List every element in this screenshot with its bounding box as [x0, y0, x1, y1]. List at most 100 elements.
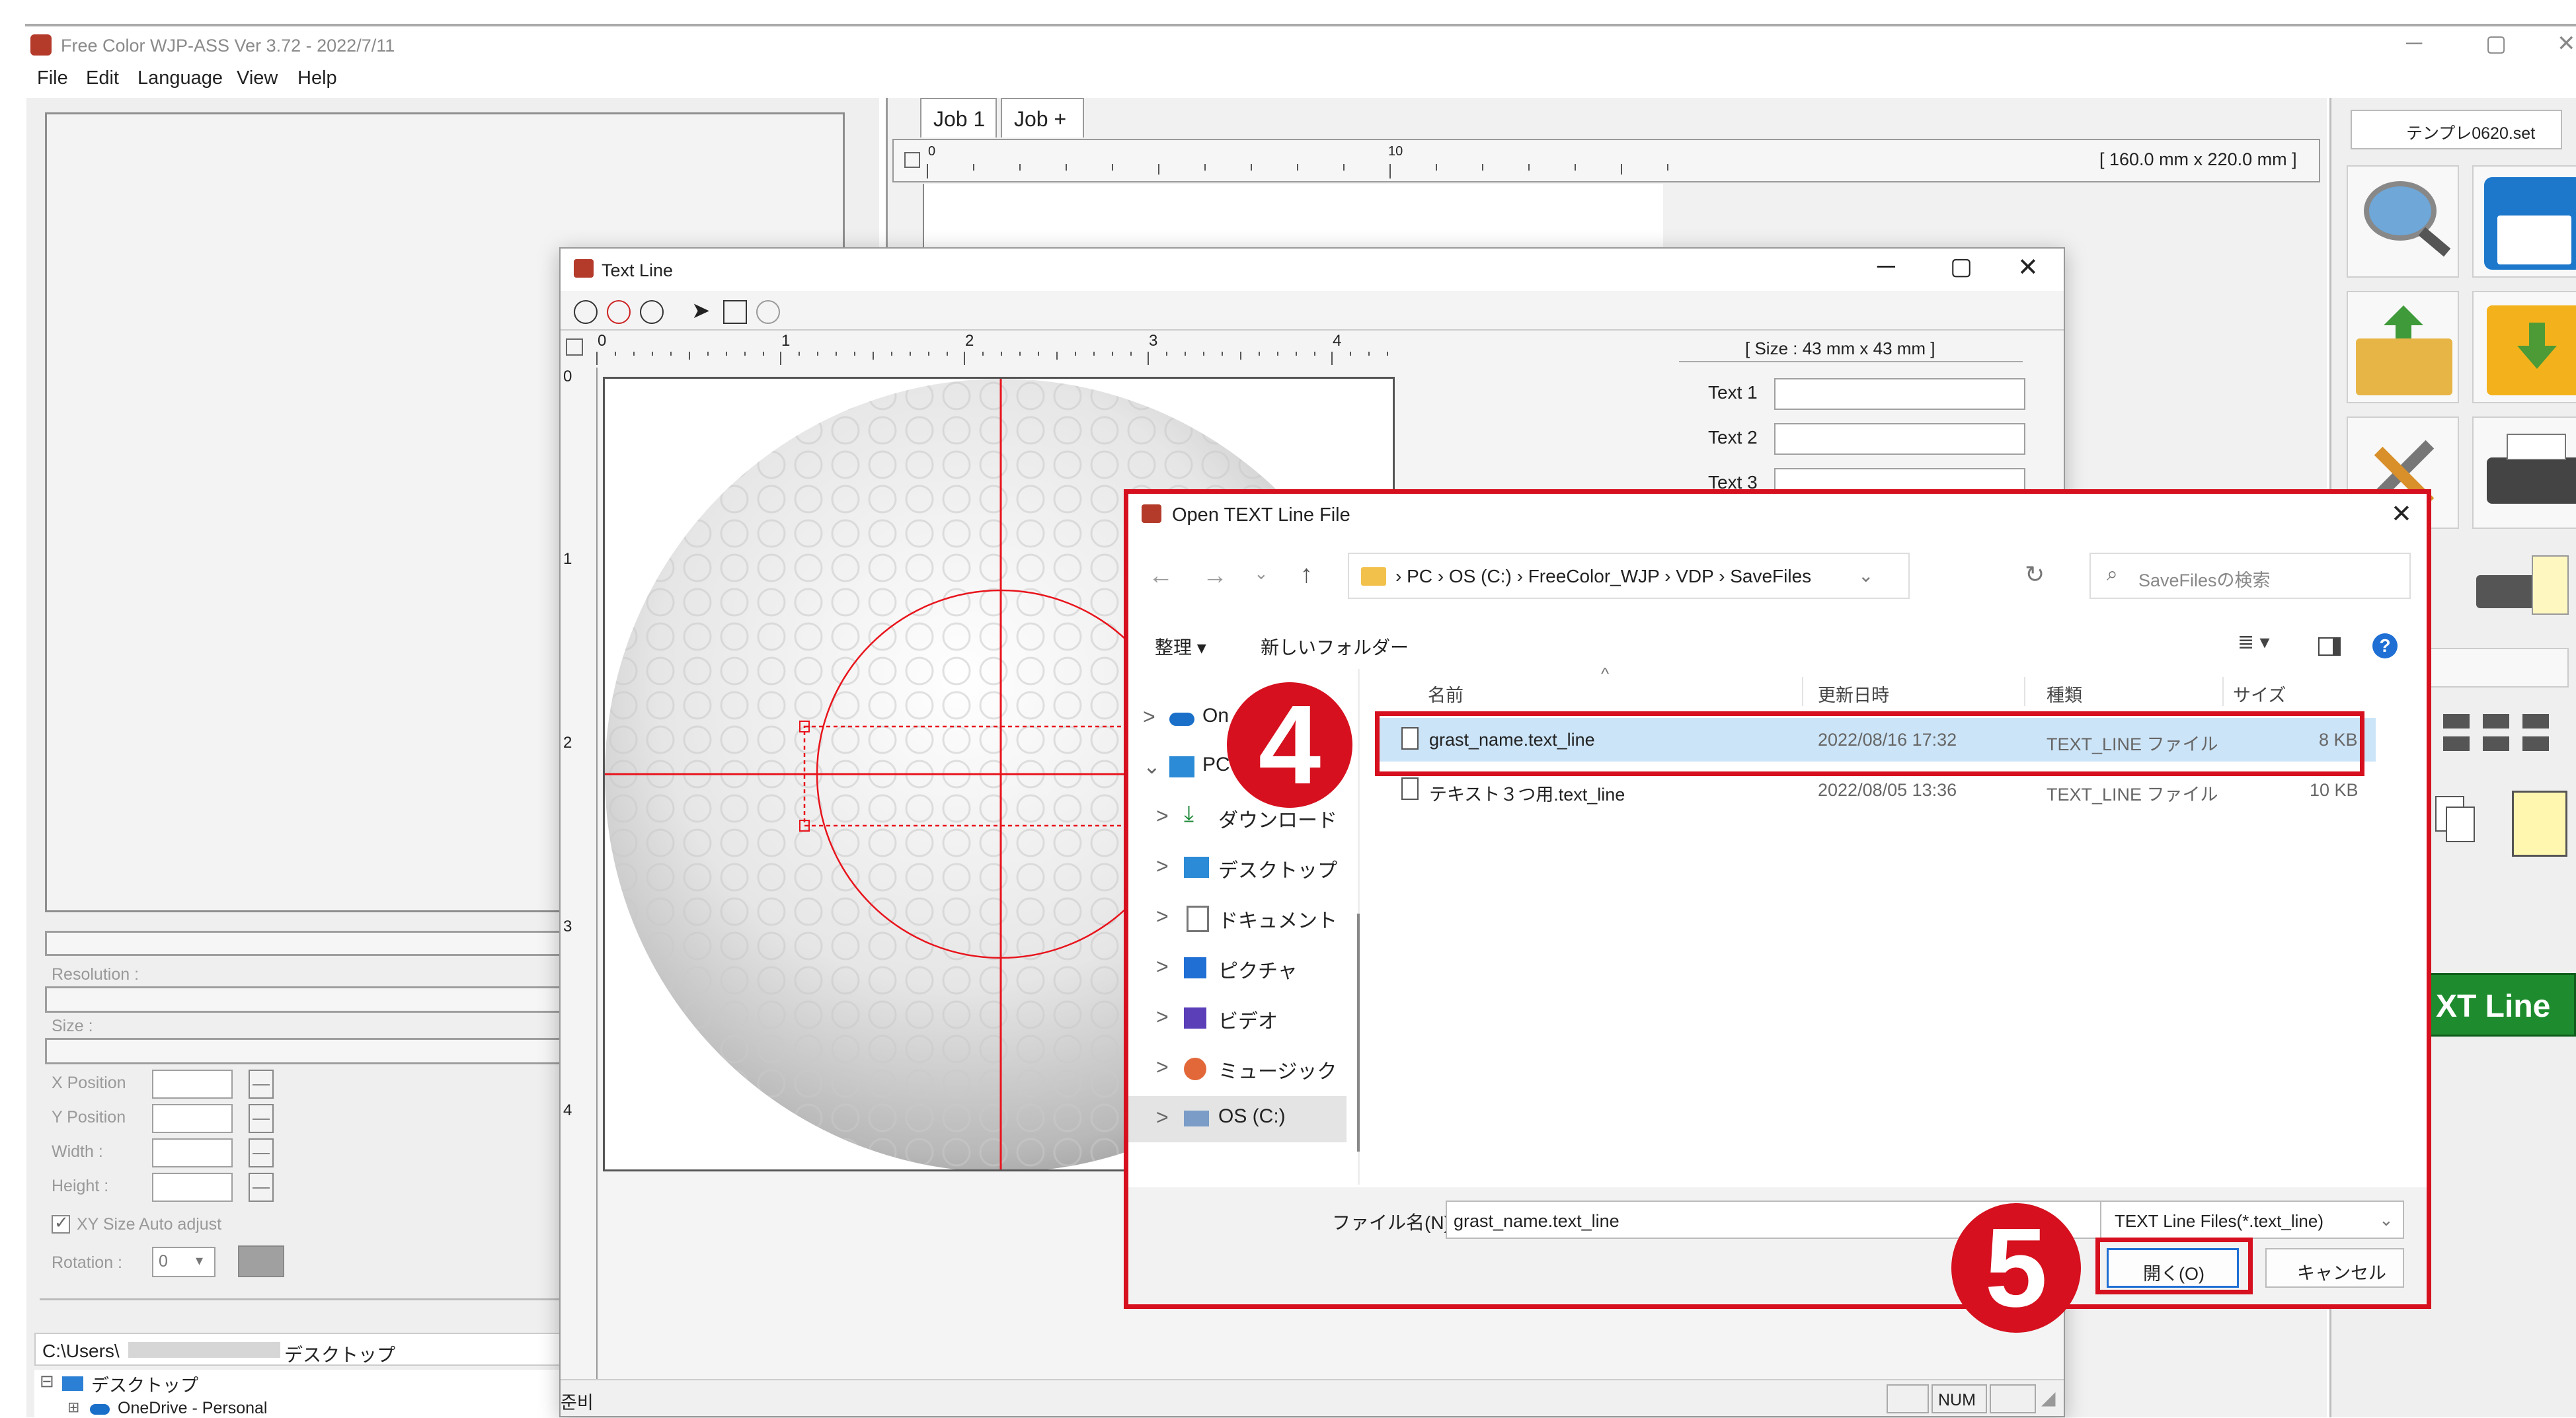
- circle-tool-icon[interactable]: [756, 300, 780, 324]
- menu-file[interactable]: File: [37, 67, 68, 89]
- open-folder-icon[interactable]: [2347, 291, 2459, 403]
- nav-music[interactable]: > ミュージック: [1128, 1046, 1347, 1092]
- dialog-titlebar: Open TEXT Line File ✕: [1128, 494, 2427, 536]
- resize-grip-icon[interactable]: ◢: [2041, 1387, 2056, 1409]
- import-folder-icon[interactable]: [2472, 291, 2576, 403]
- text-line-statusbar: 준비 NUM ◢: [561, 1379, 2064, 1416]
- column-name[interactable]: 名前: [1428, 681, 1464, 707]
- save-icon[interactable]: [2472, 165, 2576, 278]
- status-num: NUM: [1932, 1384, 1987, 1413]
- printer-settings-icon[interactable]: [2472, 549, 2571, 621]
- refresh-icon[interactable]: ↻: [2025, 561, 2045, 588]
- text-line-close[interactable]: ✕: [2017, 253, 2039, 282]
- nav-desktop[interactable]: > デスクトップ: [1128, 845, 1347, 891]
- column-size[interactable]: サイズ: [2233, 681, 2286, 707]
- nav-os-drive[interactable]: > OS (C:): [1128, 1096, 1347, 1142]
- height-input[interactable]: [152, 1173, 233, 1202]
- tree-root[interactable]: デスクトップ: [91, 1371, 198, 1397]
- text-line-toolbar: ➤: [561, 292, 2064, 331]
- desktop-icon: [1184, 857, 1209, 878]
- nav-videos[interactable]: > ビデオ: [1128, 996, 1347, 1042]
- chevron-down-icon: ▾: [196, 1252, 204, 1269]
- circle-minus-icon[interactable]: [640, 300, 664, 324]
- address-bar[interactable]: › PC › OS (C:) › FreeColor_WJP › VDP › S…: [1348, 553, 1910, 599]
- nav-documents[interactable]: > ドキュメント: [1128, 895, 1347, 941]
- template-name-box[interactable]: テンプレ0620.set: [2351, 110, 2562, 149]
- view-menu-icon[interactable]: ≣ ▾: [2238, 631, 2270, 654]
- new-folder-button[interactable]: 新しいフォルダー: [1261, 633, 1409, 660]
- layout-grid-icon[interactable]: [2439, 707, 2558, 760]
- x-position-input[interactable]: [152, 1070, 233, 1099]
- height-label: Height :: [52, 1177, 109, 1195]
- menu-edit[interactable]: Edit: [86, 67, 119, 89]
- printer-icon[interactable]: [2472, 416, 2576, 529]
- column-date[interactable]: 更新日時: [1818, 681, 1889, 707]
- xy-auto-label: XY Size Auto adjust: [77, 1215, 222, 1234]
- app-icon: [30, 34, 52, 56]
- y-position-label: Y Position: [52, 1108, 126, 1126]
- job-tab-add[interactable]: Job +: [1001, 98, 1084, 138]
- search-box[interactable]: ⌕ SaveFilesの検索: [2089, 553, 2411, 599]
- search-input: SaveFilesの検索: [2138, 571, 2271, 590]
- tree-onedrive[interactable]: OneDrive - Personal: [118, 1399, 267, 1418]
- help-icon[interactable]: ?: [2372, 633, 2398, 658]
- x-position-stepper[interactable]: [249, 1070, 274, 1099]
- file-type-select[interactable]: TEXT Line Files(*.text_line) ⌄: [2100, 1201, 2404, 1239]
- title-bar: Free Color WJP-ASS Ver 3.72 - 2022/7/11 …: [26, 28, 2576, 66]
- search-icon[interactable]: [2347, 165, 2459, 278]
- menu-view[interactable]: View: [237, 67, 278, 89]
- text-line-maximize[interactable]: ▢: [1950, 253, 1972, 280]
- menu-language[interactable]: Language: [137, 67, 223, 89]
- organize-button[interactable]: 整理 ▾: [1155, 633, 1206, 660]
- preview-pane-icon[interactable]: [2318, 637, 2341, 656]
- width-stepper[interactable]: [249, 1138, 274, 1167]
- up-arrow-icon[interactable]: ↑: [1300, 561, 1313, 589]
- pointer-tool-icon[interactable]: ➤: [691, 297, 711, 324]
- checkmark-icon: ✓: [54, 1212, 69, 1232]
- text2-input[interactable]: [1774, 423, 2025, 455]
- cancel-button[interactable]: キャンセル: [2265, 1248, 2404, 1288]
- menu-help[interactable]: Help: [297, 67, 337, 89]
- column-type[interactable]: 種類: [2047, 681, 2082, 707]
- note-icon[interactable]: [2512, 791, 2567, 857]
- tree-collapse-icon[interactable]: ⊟: [40, 1371, 54, 1392]
- text-line-button[interactable]: XT Line: [2419, 973, 2576, 1037]
- forward-arrow-icon[interactable]: →: [1202, 562, 1228, 590]
- dialog-close-button[interactable]: ✕: [2391, 499, 2412, 529]
- rect-tool-icon[interactable]: [723, 300, 747, 324]
- rotation-select[interactable]: 0 ▾: [152, 1247, 215, 1277]
- height-stepper[interactable]: [249, 1173, 274, 1202]
- maximize-button[interactable]: ▢: [2485, 30, 2507, 57]
- text-line-app-icon: [574, 259, 594, 278]
- text2-label: Text 2: [1708, 427, 1758, 448]
- dialog-command-bar: 整理 ▾ 新しいフォルダー ≣ ▾ ?: [1128, 625, 2427, 662]
- copy-icon[interactable]: [2433, 793, 2479, 846]
- y-position-input[interactable]: [152, 1104, 233, 1133]
- width-input[interactable]: [152, 1138, 233, 1167]
- canvas-ruler: 0 10 [ 160.0 mm x 220.0 mm ]: [892, 139, 2320, 182]
- open-button-highlight: [2095, 1238, 2253, 1294]
- monitor-icon: [1169, 756, 1194, 777]
- circle-number-icon[interactable]: [607, 300, 631, 324]
- drive-icon: [1184, 1111, 1209, 1126]
- selection-highlight-box: [1375, 711, 2364, 776]
- nav-pictures[interactable]: > ピクチャ: [1128, 945, 1347, 992]
- search-icon: ⌕: [2107, 563, 2118, 585]
- blurred-username: [128, 1342, 280, 1358]
- circle-add-icon[interactable]: [574, 300, 598, 324]
- tree-expand-icon[interactable]: ⊞: [67, 1399, 79, 1416]
- text-line-minimize[interactable]: ─: [1877, 253, 1895, 281]
- step-4-badge: 4: [1227, 682, 1352, 808]
- nav-scrollbar[interactable]: [1357, 914, 1360, 1152]
- back-arrow-icon[interactable]: ←: [1148, 562, 1173, 590]
- file-type: TEXT_LINE ファイル: [2047, 785, 2218, 805]
- xy-auto-checkbox[interactable]: ✓: [52, 1212, 70, 1234]
- minimize-button[interactable]: ─: [2406, 30, 2422, 56]
- color-swatch[interactable]: [238, 1245, 284, 1277]
- text1-input[interactable]: [1774, 378, 2025, 410]
- address-dropdown-icon[interactable]: ⌄: [1858, 565, 1873, 586]
- recent-dropdown-icon[interactable]: ⌄: [1254, 563, 1268, 584]
- y-position-stepper[interactable]: [249, 1104, 274, 1133]
- job-tab-1[interactable]: Job 1: [920, 98, 997, 138]
- close-button[interactable]: ✕: [2557, 30, 2576, 57]
